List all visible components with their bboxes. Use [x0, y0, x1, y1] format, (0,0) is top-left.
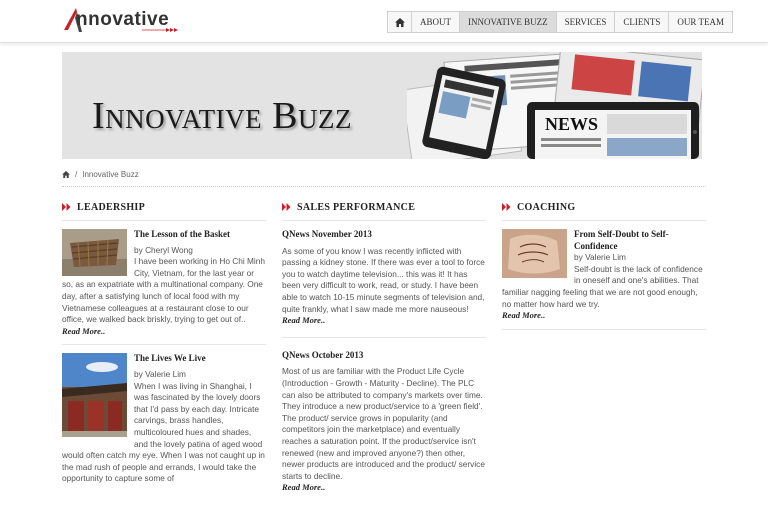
post-thumbnail[interactable] — [62, 229, 127, 276]
home-icon — [394, 17, 405, 27]
divider — [502, 328, 706, 330]
post-item: QNews October 2013 Most of us are famili… — [282, 350, 486, 494]
nav-our-team[interactable]: OUR TEAM — [669, 12, 732, 32]
column-heading: COACHING — [502, 200, 706, 214]
column-title: COACHING — [517, 201, 576, 213]
basket-image — [62, 229, 127, 276]
home-icon[interactable] — [62, 171, 70, 178]
post-item: QNews November 2013 As some of you know … — [282, 229, 486, 327]
column-heading: LEADERSHIP — [62, 200, 266, 214]
breadcrumb: / Innovative Buzz — [62, 170, 139, 179]
read-more-link[interactable]: Read More.. — [282, 315, 486, 327]
svg-text:NEWS: NEWS — [545, 114, 598, 134]
double-chevron-right-icon — [282, 203, 291, 211]
column-title: LEADERSHIP — [77, 201, 146, 213]
post-item: The Lesson of the Basket by Cheryl Wong … — [62, 229, 266, 337]
nav-clients[interactable]: CLIENTS — [615, 12, 670, 32]
column-title: SALES PERFORMANCE — [297, 201, 416, 213]
read-more-link[interactable]: Read More.. — [282, 482, 486, 494]
newspaper-devices-image: NEWS — [407, 52, 702, 159]
double-chevron-right-icon — [502, 203, 511, 211]
post-thumbnail[interactable] — [502, 229, 567, 278]
post-item: The Lives We Live by Valerie Lim When I … — [62, 353, 266, 485]
post-title[interactable]: QNews October 2013 — [282, 350, 486, 362]
read-more-link[interactable]: Read More.. — [502, 310, 706, 322]
nav-about[interactable]: ABOUT — [412, 12, 460, 32]
column-leadership: LEADERSHIP The Lesson of the Basket by C… — [62, 200, 266, 485]
hand-note-image — [502, 229, 567, 278]
nav-innovative-buzz[interactable]: INNOVATIVE BUZZ — [460, 12, 557, 32]
site-header: nnovative ABOUT INNOVATIVE BUZZ SERVICES… — [0, 0, 768, 43]
site-logo[interactable]: nnovative — [62, 6, 182, 36]
nav-home[interactable] — [388, 12, 412, 32]
post-excerpt: Most of us are familiar with the Product… — [282, 366, 485, 481]
divider — [62, 220, 266, 221]
divider — [282, 220, 486, 221]
breadcrumb-separator: / — [75, 170, 78, 179]
post-excerpt: As some of you know I was recently infli… — [282, 245, 485, 314]
divider — [502, 220, 706, 221]
column-coaching: COACHING From Self-Doubt to Self-Confide… — [502, 200, 706, 338]
post-item: From Self-Doubt to Self-Confidence by Va… — [502, 229, 706, 322]
post-thumbnail[interactable] — [62, 353, 127, 438]
logo-arrows-icon — [142, 28, 178, 32]
main-nav: ABOUT INNOVATIVE BUZZ SERVICES CLIENTS O… — [387, 11, 733, 33]
nav-services[interactable]: SERVICES — [556, 12, 616, 32]
divider — [282, 336, 486, 338]
double-chevron-right-icon — [62, 203, 71, 211]
divider — [62, 186, 706, 187]
post-title[interactable]: QNews November 2013 — [282, 229, 486, 241]
banner-title: Innovative Buzz — [92, 95, 352, 137]
column-sales-performance: SALES PERFORMANCE QNews November 2013 As… — [282, 200, 486, 494]
read-more-link[interactable]: Read More.. — [62, 326, 266, 338]
breadcrumb-current: Innovative Buzz — [82, 170, 139, 179]
page-banner: Innovative Buzz NEWS — [62, 52, 702, 159]
shanghai-building-image — [62, 353, 127, 438]
divider — [62, 344, 266, 346]
column-heading: SALES PERFORMANCE — [282, 200, 486, 214]
